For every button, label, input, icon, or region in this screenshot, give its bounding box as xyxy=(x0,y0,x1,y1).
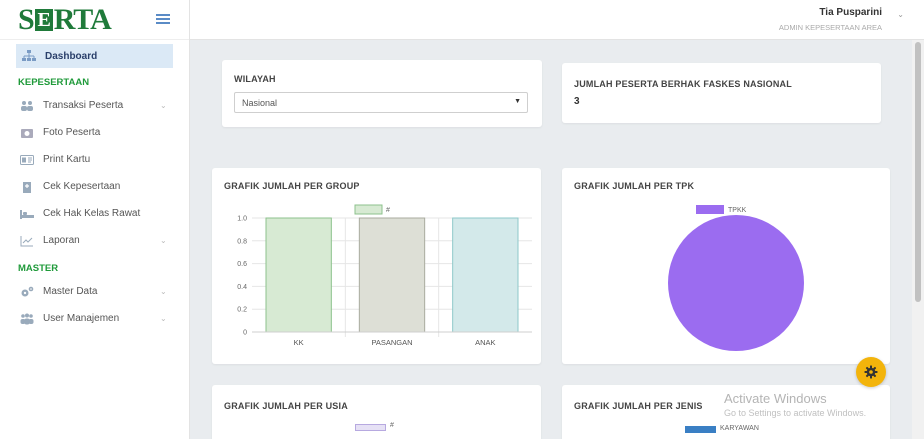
chevron-down-icon: ⌄ xyxy=(160,287,167,296)
y-tick-label: 0.2 xyxy=(237,307,247,314)
y-tick-label: 0.4 xyxy=(237,284,247,291)
users-icon xyxy=(20,100,34,112)
bar-anak xyxy=(452,217,519,333)
chart-group: #0 0.2 0.4 0.6 0.8 1.0 KK PASANGAN ANAK xyxy=(237,204,532,347)
sidebar-item-dashboard[interactable]: Dashboard xyxy=(16,44,173,68)
legend-swatch xyxy=(354,204,383,215)
legend-label: # xyxy=(386,207,390,214)
jumlah-peserta-card: JUMLAH PESERTA BERHAK FASKES NASIONAL 3 xyxy=(562,63,881,123)
top-header: Tia Pusparini ADMIN KEPESERTAAN AREA ⌄ xyxy=(190,0,924,40)
sidebar-item-label: Cek Kepesertaan xyxy=(43,181,121,192)
section-kepesertaan: KEPESERTAAN xyxy=(18,76,90,88)
section-master: MASTER xyxy=(18,262,59,274)
sidebar-item-master-data[interactable]: Master Data ⌄ xyxy=(0,278,189,305)
sidebar-item-label: Transaksi Peserta xyxy=(43,100,124,111)
chevron-down-icon: ⌄ xyxy=(160,101,167,110)
bar-pasangan xyxy=(358,217,426,333)
id-card-icon xyxy=(20,154,34,166)
sidebar-item-cek-hak-kelas-rawat[interactable]: Cek Hak Kelas Rawat xyxy=(0,200,189,227)
logo[interactable]: S E RTA xyxy=(0,0,189,40)
sidebar-item-laporan[interactable]: Laporan ⌄ xyxy=(0,227,189,254)
sidebar-item-label: User Manajemen xyxy=(43,313,120,324)
chevron-down-icon: ⌄ xyxy=(160,236,167,245)
user-name[interactable]: Tia Pusparini xyxy=(819,7,882,18)
camera-icon xyxy=(20,127,34,139)
legend-swatch xyxy=(685,426,716,433)
page-scrollbar[interactable] xyxy=(912,40,924,439)
y-tick-label: 0.8 xyxy=(237,238,247,245)
grafik-usia-card: GRAFIK JUMLAH PER USIA # xyxy=(212,385,541,439)
chart-tpk: TPKK xyxy=(668,205,804,351)
activate-windows-watermark: Activate Windows xyxy=(724,391,827,406)
wilayah-select[interactable]: Nasional ▼ xyxy=(234,92,528,113)
x-tick-label: PASANGAN xyxy=(371,338,412,347)
chevron-down-icon[interactable]: ⌄ xyxy=(897,10,904,19)
wilayah-title: WILAYAH xyxy=(234,74,276,84)
sidebar-item-label: Print Kartu xyxy=(43,154,91,165)
jumlah-peserta-title: JUMLAH PESERTA BERHAK FASKES NASIONAL xyxy=(574,79,792,89)
settings-gear-button[interactable] xyxy=(856,357,886,387)
sidebar-item-print-kartu[interactable]: Print Kartu xyxy=(0,146,189,173)
wilayah-selected-value: Nasional xyxy=(242,97,278,108)
legend-swatch xyxy=(355,424,386,431)
sidebar-item-label: Foto Peserta xyxy=(43,127,101,138)
grafik-group-card: GRAFIK JUMLAH PER GROUP #0 0.2 0.4 0.6 0.8 1.… xyxy=(212,168,541,364)
sidebar-item-foto-peserta[interactable]: Foto Peserta xyxy=(0,119,189,146)
caret-down-icon: ▼ xyxy=(514,98,521,105)
grafik-usia-title: GRAFIK JUMLAH PER USIA xyxy=(224,401,348,411)
legend-swatch xyxy=(696,205,724,214)
sidebar-item-cek-kepesertaan[interactable]: Cek Kepesertaan xyxy=(0,173,189,200)
sidebar-item-label: Laporan xyxy=(43,235,80,246)
legend-label: TPKK xyxy=(728,207,747,214)
sidebar-item-label: Master Data xyxy=(43,286,98,297)
y-tick-label: 1.0 xyxy=(237,216,247,223)
bed-icon xyxy=(20,208,34,220)
grafik-jenis-title: GRAFIK JUMLAH PER JENIS xyxy=(574,401,703,411)
gears-icon xyxy=(20,286,34,298)
users-icon xyxy=(20,313,34,325)
sidebar: S E RTA Dashboard KEPESERTAAN Transaksi Pe… xyxy=(0,0,190,439)
line-chart-icon xyxy=(20,235,34,247)
y-tick-label: 0 xyxy=(243,330,247,337)
legend-label: KARYAWAN xyxy=(720,425,759,432)
y-tick-label: 0.6 xyxy=(237,261,247,268)
activate-windows-hint: Go to Settings to activate Windows. xyxy=(724,408,867,418)
x-tick-label: ANAK xyxy=(475,338,495,347)
wilayah-card: WILAYAH Nasional ▼ xyxy=(222,60,542,127)
gear-icon xyxy=(864,365,878,379)
sidebar-item-label: Dashboard xyxy=(45,50,98,62)
chevron-down-icon: ⌄ xyxy=(160,314,167,323)
legend-label: # xyxy=(390,422,394,429)
sidebar-item-label: Cek Hak Kelas Rawat xyxy=(43,208,141,219)
jumlah-peserta-value: 3 xyxy=(574,96,580,107)
sidebar-item-transaksi-peserta[interactable]: Transaksi Peserta ⌄ xyxy=(0,92,189,119)
scrollbar-thumb[interactable] xyxy=(915,42,921,302)
user-role: ADMIN KEPESERTAAN AREA xyxy=(778,23,882,32)
logo-text: S E RTA xyxy=(18,2,112,36)
pie-slice-tpkk xyxy=(668,215,804,351)
sitemap-icon xyxy=(22,50,36,62)
hospital-icon xyxy=(20,181,34,193)
bar-kk xyxy=(265,217,332,333)
grafik-tpk-card: GRAFIK JUMLAH PER TPK TPKK xyxy=(562,168,890,364)
hamburger-menu-icon[interactable] xyxy=(156,14,170,24)
x-tick-label: KK xyxy=(294,338,304,347)
sidebar-item-user-manajemen[interactable]: User Manajemen ⌄ xyxy=(0,305,189,332)
